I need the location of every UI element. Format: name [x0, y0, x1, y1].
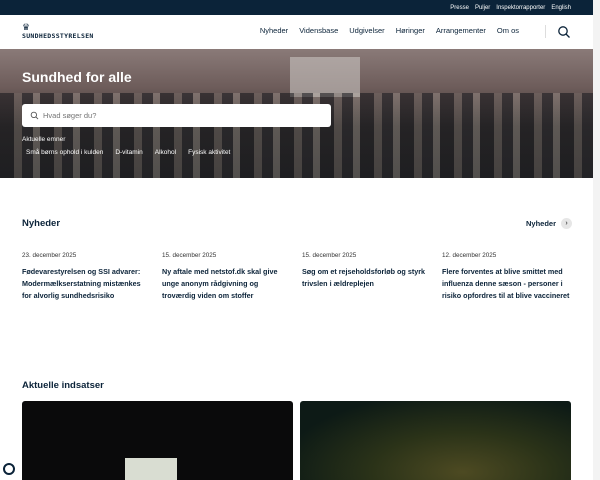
- nav-horinger[interactable]: Høringer: [396, 26, 425, 35]
- news-item[interactable]: 15. december 2025 Søg om et rejseholdsfor…: [302, 252, 442, 302]
- search-input[interactable]: [43, 111, 313, 120]
- initiatives-heading: Aktuelle indsatser: [22, 380, 104, 391]
- utility-link-english[interactable]: English: [551, 5, 571, 11]
- scrollbar[interactable]: [593, 0, 600, 480]
- nav-arrangementer[interactable]: Arrangementer: [436, 26, 486, 35]
- topic-link[interactable]: Alkohol: [155, 149, 176, 156]
- news-date: 15. december 2025: [302, 252, 357, 259]
- news-title[interactable]: Søg om et rejseholdsforløb og styrk triv…: [302, 266, 430, 290]
- nav-om-os[interactable]: Om os: [497, 26, 519, 35]
- hero-photo-building: [290, 57, 360, 97]
- news-item[interactable]: 12. december 2025 Flere forventes at bliv…: [442, 252, 582, 302]
- nav-vidensbase[interactable]: Vidensbase: [299, 26, 338, 35]
- main-nav: Nyheder Vidensbase Udgivelser Høringer A…: [260, 26, 519, 35]
- utility-link-inspektorrapporter[interactable]: Inspektorrapporter: [496, 5, 545, 11]
- news-item[interactable]: 15. december 2025 Ny aftale med netstof.d…: [162, 252, 302, 302]
- news-title[interactable]: Ny aftale med netstof.dk skal give unge …: [162, 266, 290, 302]
- utility-link-presse[interactable]: Presse: [450, 5, 469, 11]
- divider: [545, 25, 546, 38]
- utility-bar: Presse Puljer Inspektorrapporter English: [0, 0, 593, 15]
- utility-link-puljer[interactable]: Puljer: [475, 5, 490, 11]
- news-date: 23. december 2025: [22, 252, 77, 259]
- chevron-right-icon: ›: [561, 218, 572, 229]
- topic-link[interactable]: D-vitamin: [115, 149, 142, 156]
- news-more-label: Nyheder: [525, 219, 556, 228]
- logo[interactable]: ♛ SUNDHEDSSTYRELSEN: [22, 22, 94, 41]
- news-list: 23. december 2025 Fødevarestyrelsen og SS…: [22, 252, 582, 302]
- site-header: ♛ SUNDHEDSSTYRELSEN Nyheder Vidensbase U…: [0, 15, 593, 49]
- initiative-card[interactable]: [300, 401, 571, 480]
- accessibility-icon[interactable]: [3, 463, 15, 475]
- news-item[interactable]: 23. december 2025 Fødevarestyrelsen og SS…: [22, 252, 162, 302]
- news-title[interactable]: Flere forventes at blive smittet med inf…: [442, 266, 570, 302]
- topic-link[interactable]: Små børns ophold i kulden: [26, 149, 103, 156]
- logo-text: SUNDHEDSSTYRELSEN: [22, 32, 94, 40]
- crown-icon: ♛: [22, 22, 31, 32]
- news-title[interactable]: Fødevarestyrelsen og SSI advarer: Moderm…: [22, 266, 150, 302]
- news-more-link[interactable]: Nyheder ›: [526, 218, 572, 229]
- news-date: 12. december 2025: [442, 252, 497, 259]
- hero-banner: Sundhed for alle Aktuelle emner Små børn…: [0, 49, 593, 178]
- nav-udgivelser[interactable]: Udgivelser: [349, 26, 384, 35]
- topic-link[interactable]: Fysisk aktivitet: [188, 149, 230, 156]
- search-icon[interactable]: [557, 25, 571, 39]
- search-icon: [30, 111, 39, 120]
- card-image: [125, 458, 177, 480]
- search-box[interactable]: [22, 104, 331, 127]
- topics-list: Små børns ophold i kulden D-vitamin Alko…: [26, 149, 230, 156]
- nav-nyheder[interactable]: Nyheder: [260, 26, 288, 35]
- initiative-card[interactable]: [22, 401, 293, 480]
- news-date: 15. december 2025: [162, 252, 217, 259]
- topics-label: Aktuelle emner: [22, 136, 66, 143]
- hero-title: Sundhed for alle: [22, 69, 132, 85]
- news-heading: Nyheder: [22, 218, 61, 229]
